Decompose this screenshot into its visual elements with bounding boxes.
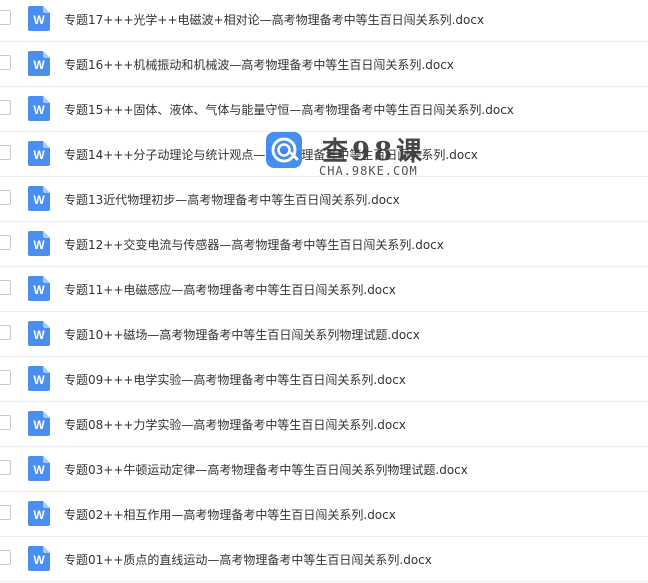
file-checkbox[interactable] xyxy=(0,190,11,205)
word-doc-icon: W xyxy=(28,501,50,526)
file-checkbox[interactable] xyxy=(0,145,11,160)
watermark-logo-icon xyxy=(266,132,302,168)
word-doc-icon: W xyxy=(28,456,50,481)
word-icon-letter: W xyxy=(33,508,45,522)
file-name[interactable]: 专题12++交变电流与传感器—高考物理备考中等生百日闯关系列.docx xyxy=(64,238,444,252)
file-checkbox[interactable] xyxy=(0,505,11,520)
word-doc-icon: W xyxy=(28,6,50,31)
word-doc-icon: W xyxy=(28,366,50,391)
word-doc-icon: W xyxy=(28,51,50,76)
file-list: W 专题17+++光学++电磁波+相对论—高考物理备考中等生百日闯关系列.docx… xyxy=(0,0,648,583)
word-icon-letter: W xyxy=(33,193,45,207)
file-name[interactable]: 专题17+++光学++电磁波+相对论—高考物理备考中等生百日闯关系列.docx xyxy=(64,13,484,27)
file-name[interactable]: 专题01++质点的直线运动—高考物理备考中等生百日闯关系列.docx xyxy=(64,553,432,567)
word-doc-icon: W xyxy=(28,321,50,346)
word-icon-letter: W xyxy=(33,58,45,72)
file-row[interactable]: W 专题11++电磁感应—高考物理备考中等生百日闯关系列.docx xyxy=(0,267,648,312)
file-checkbox[interactable] xyxy=(0,280,11,295)
file-row[interactable]: W 专题02++相互作用—高考物理备考中等生百日闯关系列.docx xyxy=(0,492,648,537)
word-doc-icon: W xyxy=(28,276,50,301)
file-row[interactable]: W 专题17+++光学++电磁波+相对论—高考物理备考中等生百日闯关系列.docx xyxy=(0,0,648,42)
file-checkbox[interactable] xyxy=(0,370,11,385)
word-doc-icon: W xyxy=(28,186,50,211)
word-icon-letter: W xyxy=(33,328,45,342)
file-name[interactable]: 专题15+++固体、液体、气体与能量守恒—高考物理备考中等生百日闯关系列.doc… xyxy=(64,103,514,117)
file-checkbox[interactable] xyxy=(0,55,11,70)
file-name[interactable]: 专题16+++机械振动和机械波—高考物理备考中等生百日闯关系列.docx xyxy=(64,58,454,72)
file-checkbox[interactable] xyxy=(0,325,11,340)
word-icon-letter: W xyxy=(33,463,45,477)
watermark-url: CHA.98KE.COM xyxy=(319,164,418,178)
file-checkbox[interactable] xyxy=(0,460,11,475)
file-checkbox[interactable] xyxy=(0,235,11,250)
word-icon-letter: W xyxy=(33,238,45,252)
watermark: 查98课 CHA.98KE.COM xyxy=(266,132,446,192)
file-checkbox[interactable] xyxy=(0,550,11,565)
file-row[interactable]: W 专题15+++固体、液体、气体与能量守恒—高考物理备考中等生百日闯关系列.do… xyxy=(0,87,648,132)
word-icon-letter: W xyxy=(33,13,45,27)
word-icon-letter: W xyxy=(33,283,45,297)
file-row[interactable]: W 专题16+++机械振动和机械波—高考物理备考中等生百日闯关系列.docx xyxy=(0,42,648,87)
word-doc-icon: W xyxy=(28,141,50,166)
file-name[interactable]: 专题13近代物理初步—高考物理备考中等生百日闯关系列.docx xyxy=(64,193,400,207)
file-name[interactable]: 专题11++电磁感应—高考物理备考中等生百日闯关系列.docx xyxy=(64,283,396,297)
word-icon-letter: W xyxy=(33,373,45,387)
word-icon-letter: W xyxy=(33,553,45,567)
file-name[interactable]: 专题09+++电学实验—高考物理备考中等生百日闯关系列.docx xyxy=(64,373,406,387)
word-doc-icon: W xyxy=(28,411,50,436)
file-row[interactable]: W 专题09+++电学实验—高考物理备考中等生百日闯关系列.docx xyxy=(0,357,648,402)
word-icon-letter: W xyxy=(33,418,45,432)
word-doc-icon: W xyxy=(28,96,50,121)
file-name[interactable]: 专题02++相互作用—高考物理备考中等生百日闯关系列.docx xyxy=(64,508,396,522)
file-checkbox[interactable] xyxy=(0,10,11,25)
file-name[interactable]: 专题08+++力学实验—高考物理备考中等生百日闯关系列.docx xyxy=(64,418,406,432)
file-row[interactable]: W 专题08+++力学实验—高考物理备考中等生百日闯关系列.docx xyxy=(0,402,648,447)
file-checkbox[interactable] xyxy=(0,100,11,115)
watermark-title: 查98课 xyxy=(322,137,427,167)
word-icon-letter: W xyxy=(33,148,45,162)
word-doc-icon: W xyxy=(28,231,50,256)
word-doc-icon: W xyxy=(28,546,50,571)
word-icon-letter: W xyxy=(33,103,45,117)
file-row[interactable]: W 专题01++质点的直线运动—高考物理备考中等生百日闯关系列.docx xyxy=(0,537,648,582)
file-row[interactable]: W 专题03++牛顿运动定律—高考物理备考中等生百日闯关系列物理试题.docx xyxy=(0,447,648,492)
file-checkbox[interactable] xyxy=(0,415,11,430)
file-row[interactable]: W 专题10++磁场—高考物理备考中等生百日闯关系列物理试题.docx xyxy=(0,312,648,357)
file-row[interactable]: W 专题12++交变电流与传感器—高考物理备考中等生百日闯关系列.docx xyxy=(0,222,648,267)
file-name[interactable]: 专题10++磁场—高考物理备考中等生百日闯关系列物理试题.docx xyxy=(64,328,420,342)
file-name[interactable]: 专题03++牛顿运动定律—高考物理备考中等生百日闯关系列物理试题.docx xyxy=(64,463,468,477)
